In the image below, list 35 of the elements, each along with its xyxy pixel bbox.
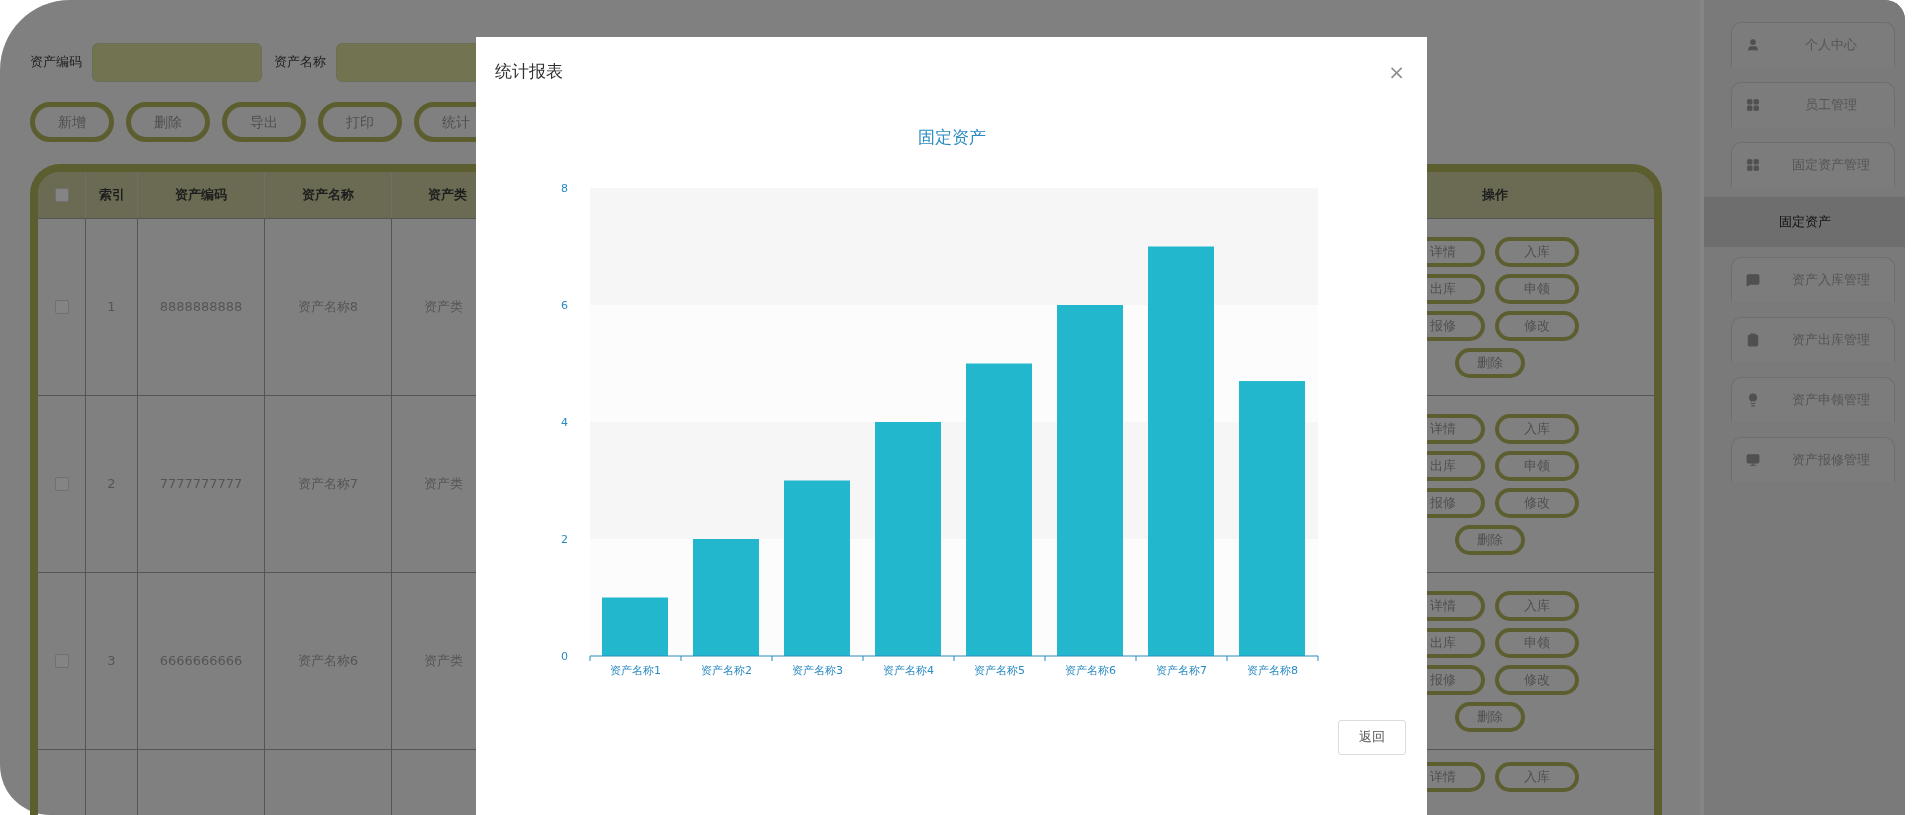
monitor-icon	[1746, 453, 1760, 467]
user-icon	[1746, 38, 1760, 52]
column-header: 资产编码	[175, 186, 227, 205]
axis-tick-label: 6	[561, 298, 568, 312]
clipboard-icon	[1746, 333, 1760, 347]
axis-category-label: 资产名称3	[792, 663, 843, 677]
axis-tick-label: 0	[561, 649, 568, 663]
search-field[interactable]	[92, 42, 262, 82]
axis-tick-label: 4	[561, 415, 568, 429]
axis-category-label: 资产名称8	[1247, 663, 1298, 677]
axis-category-label: 资产名称5	[974, 663, 1025, 677]
field-label: 资产编码	[30, 53, 82, 72]
axis-category-label: 资产名称2	[701, 663, 752, 677]
axis-category-label: 资产名称1	[610, 663, 661, 677]
column-header: 资产类	[428, 186, 467, 205]
column-header: 操作	[1482, 186, 1508, 205]
back-button[interactable]: 返回	[1338, 719, 1406, 755]
grid-icon	[1746, 98, 1760, 112]
axis-category-label: 资产名称4	[883, 663, 934, 677]
axis-category-label: 资产名称7	[1156, 663, 1207, 677]
column-header: 资产名称	[302, 186, 354, 205]
close-button[interactable]: ×	[1388, 62, 1405, 82]
axis-tick-label: 2	[561, 532, 568, 546]
column-header: 索引	[98, 186, 125, 205]
field-label: 资产名称	[274, 53, 326, 72]
chart-title: 固定资产	[917, 126, 986, 149]
checkbox[interactable]	[54, 188, 69, 202]
bar	[602, 597, 668, 656]
axis-tick-label: 8	[561, 181, 568, 195]
grid-icon	[1746, 158, 1760, 172]
axis-category-label: 资产名称6	[1065, 663, 1116, 677]
lightbulb-icon	[1746, 393, 1760, 407]
chat-icon	[1746, 273, 1760, 287]
sidebar-subitem[interactable]: 固定资产	[1704, 197, 1905, 247]
dialog-title: 统计报表	[495, 60, 563, 84]
